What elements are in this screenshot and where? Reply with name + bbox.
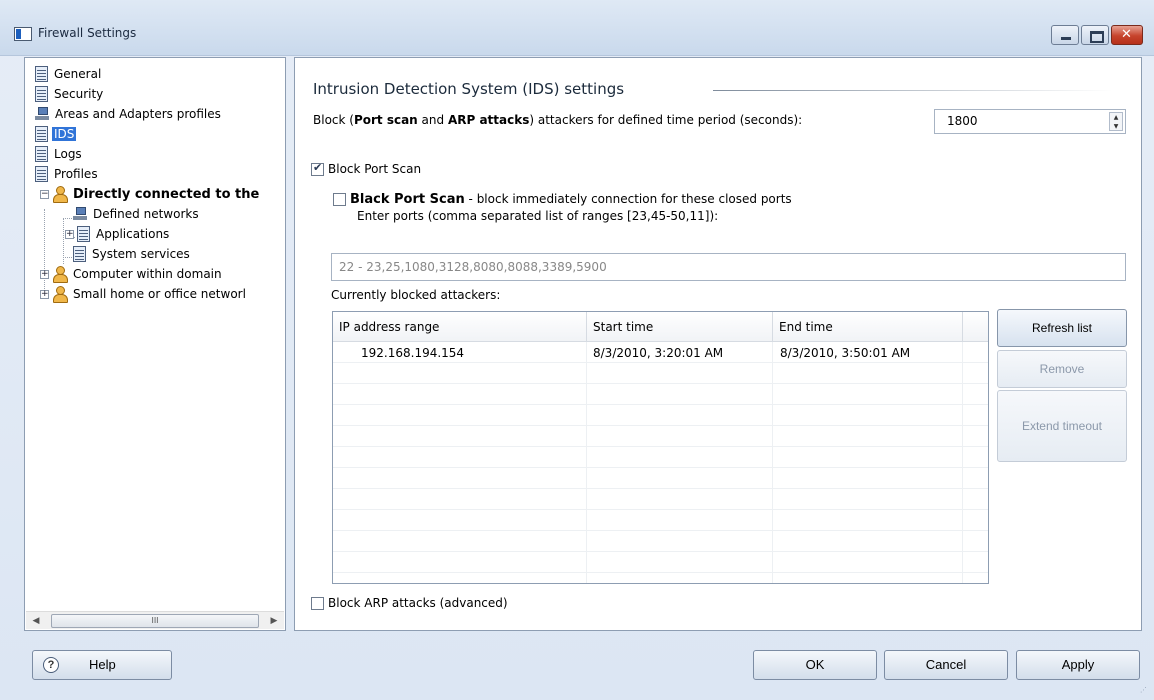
minimize-button[interactable] — [1051, 25, 1079, 45]
end-time-cell: 8/3/2010, 3:50:01 AM — [780, 346, 911, 360]
horizontal-scrollbar[interactable]: ◀ III ▶ — [26, 611, 284, 629]
help-button[interactable]: ? Help — [32, 650, 172, 680]
tree-item-label: Defined networks — [93, 207, 199, 221]
scroll-right-icon[interactable]: ▶ — [267, 614, 281, 628]
expand-icon[interactable]: + — [40, 269, 49, 279]
spin-down-icon[interactable]: ▼ — [1110, 122, 1122, 131]
extend-timeout-button[interactable]: Extend timeout — [997, 390, 1127, 462]
document-icon — [73, 246, 86, 262]
help-icon: ? — [43, 657, 59, 673]
tree-item-label: Areas and Adapters profiles — [55, 107, 221, 121]
block-port-scan-label: Block Port Scan — [328, 162, 422, 176]
document-icon — [35, 86, 48, 102]
tree-item-small-home[interactable]: + Small home or office networl — [40, 284, 248, 304]
resize-grip-icon[interactable]: ⋰ — [1140, 686, 1150, 696]
black-port-scan-checkbox[interactable] — [333, 193, 346, 206]
black-port-scan-desc: - block immediately connection for these… — [464, 192, 792, 206]
tree-item-general[interactable]: General — [35, 64, 103, 84]
table-row[interactable]: 192.168.194.154 8/3/2010, 3:20:01 AM 8/3… — [333, 343, 988, 363]
tree-item-security[interactable]: Security — [35, 84, 105, 104]
scroll-left-icon[interactable]: ◀ — [29, 614, 43, 628]
refresh-list-button[interactable]: Refresh list — [997, 309, 1127, 347]
block-port-scan-row[interactable]: Block Port Scan — [311, 161, 422, 176]
block-period-label: Block (Port scan and ARP attacks) attack… — [313, 113, 803, 127]
remove-button[interactable]: Remove — [997, 350, 1127, 388]
tree-item-profiles[interactable]: Profiles — [35, 164, 100, 184]
title-bar: Firewall Settings — [0, 0, 1154, 56]
spin-up-icon[interactable]: ▲ — [1110, 113, 1122, 122]
maximize-button[interactable] — [1081, 25, 1109, 45]
block-arp-checkbox[interactable] — [311, 597, 324, 610]
tree-item-label: IDS — [52, 127, 77, 141]
tree-item-label: Computer within domain — [73, 267, 222, 281]
cancel-button[interactable]: Cancel — [884, 650, 1008, 680]
tree-item-label: General — [54, 67, 102, 81]
tree-item-label: System services — [92, 247, 190, 261]
document-icon — [77, 226, 90, 242]
collapse-icon[interactable]: − — [40, 189, 49, 199]
column-end-time[interactable]: End time — [773, 312, 963, 342]
tree-item-applications[interactable]: + Applications — [65, 224, 171, 244]
title-divider — [713, 90, 1113, 91]
network-icon — [73, 207, 87, 221]
ip-cell: 192.168.194.154 — [361, 346, 465, 360]
settings-tree[interactable]: General Security Areas and Adapters prof… — [24, 57, 286, 631]
window-title: Firewall Settings — [38, 26, 137, 40]
tree-item-label: Profiles — [54, 167, 98, 181]
tree-item-ids[interactable]: IDS — [35, 124, 77, 144]
apply-button[interactable]: Apply — [1016, 650, 1140, 680]
help-label: Help — [89, 657, 116, 672]
tree-item-system-services[interactable]: System services — [73, 244, 192, 264]
table-header: IP address range Start time End time — [333, 312, 988, 342]
block-arp-label: Block ARP attacks (advanced) — [328, 596, 508, 610]
tree-item-label: Small home or office networl — [73, 287, 246, 301]
user-icon — [52, 186, 68, 203]
block-period-spinner[interactable]: 1800 ▲ ▼ — [934, 109, 1126, 134]
blocked-attackers-table[interactable]: IP address range Start time End time 192… — [332, 311, 989, 584]
network-icon — [35, 107, 49, 121]
start-time-cell: 8/3/2010, 3:20:01 AM — [593, 346, 724, 360]
tree-item-defined-networks[interactable]: Defined networks — [73, 204, 201, 224]
user-icon — [52, 266, 68, 283]
section-title: Intrusion Detection System (IDS) setting… — [313, 80, 625, 98]
tree-item-label: Security — [54, 87, 104, 101]
column-start-time[interactable]: Start time — [587, 312, 773, 342]
tree-item-logs[interactable]: Logs — [35, 144, 84, 164]
block-period-value[interactable]: 1800 — [947, 114, 978, 128]
block-port-scan-checkbox[interactable] — [311, 161, 324, 176]
document-icon — [35, 146, 48, 162]
tree-item-label: Directly connected to the — [73, 186, 260, 202]
tree-item-label: Logs — [54, 147, 82, 161]
ids-settings-panel: Intrusion Detection System (IDS) setting… — [294, 57, 1142, 631]
document-icon — [35, 166, 48, 182]
app-icon — [14, 27, 32, 41]
black-port-scan-label: Black Port Scan — [350, 192, 465, 207]
black-port-scan-row[interactable]: Black Port Scan - block immediately conn… — [333, 192, 792, 207]
block-arp-row[interactable]: Block ARP attacks (advanced) — [311, 596, 508, 610]
ok-button[interactable]: OK — [753, 650, 877, 680]
expand-icon[interactable]: + — [40, 289, 49, 299]
tree-item-directly-connected[interactable]: − Directly connected to the — [40, 184, 261, 204]
close-button[interactable] — [1111, 25, 1143, 45]
tree-item-areas-adapters[interactable]: Areas and Adapters profiles — [35, 104, 223, 124]
spinner-buttons[interactable]: ▲ ▼ — [1109, 112, 1123, 131]
tree-item-computer-domain[interactable]: + Computer within domain — [40, 264, 224, 284]
user-icon — [52, 286, 68, 303]
column-ip-range[interactable]: IP address range — [333, 312, 587, 342]
ports-input[interactable] — [331, 253, 1126, 281]
scroll-thumb[interactable]: III — [51, 614, 259, 628]
tree-item-label: Applications — [96, 227, 170, 241]
document-icon — [35, 126, 48, 142]
document-icon — [35, 66, 48, 82]
expand-icon[interactable]: + — [65, 229, 74, 239]
enter-ports-label: Enter ports (comma separated list of ran… — [357, 209, 719, 223]
blocked-attackers-label: Currently blocked attackers: — [331, 288, 501, 302]
